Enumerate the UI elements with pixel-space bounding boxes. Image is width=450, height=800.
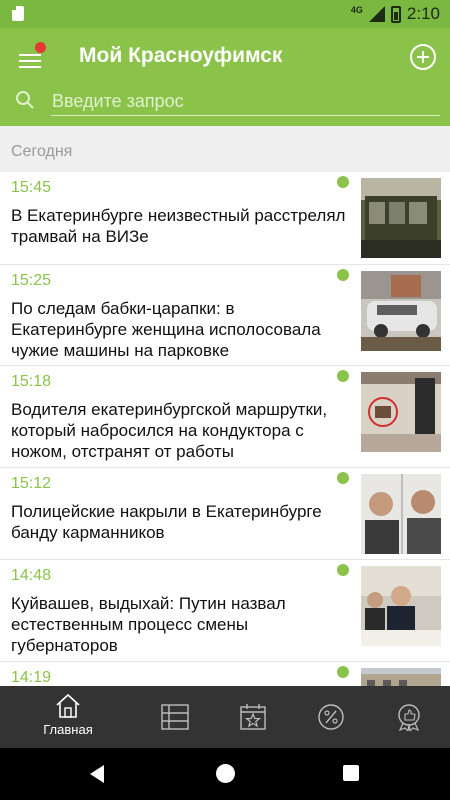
app-header: Мой Красноуфимск — [0, 28, 450, 126]
nav-list[interactable] — [130, 686, 220, 748]
news-item[interactable]: 15:18 Водителя екатеринбургской маршрутк… — [0, 366, 450, 468]
news-title: В Екатеринбурге неизвестный расстрелял т… — [11, 206, 346, 246]
notification-dot — [35, 42, 46, 53]
list-icon — [161, 704, 189, 730]
news-item[interactable]: 14:48 Куйвашев, выдыхай: Путин назвал ес… — [0, 560, 450, 662]
signal-icon — [368, 6, 385, 22]
nav-discounts[interactable] — [286, 686, 376, 748]
news-item[interactable]: 15:12 Полицейские накрыли в Екатеринбург… — [0, 468, 450, 560]
app-title: Мой Красноуфимск — [79, 44, 283, 67]
unread-dot — [337, 472, 349, 484]
sd-card-icon — [12, 6, 24, 21]
news-thumbnail — [361, 271, 441, 351]
recent-apps-icon[interactable] — [343, 765, 359, 781]
news-thumbnail — [361, 668, 441, 686]
section-label: Сегодня — [11, 143, 73, 160]
unread-dot — [337, 176, 349, 188]
news-title: Полицейские накрыли в Екатеринбурге банд… — [11, 502, 322, 542]
search-input[interactable] — [51, 88, 440, 116]
news-title: Водителя екатеринбургской маршрутки, кот… — [11, 400, 328, 461]
nav-home[interactable]: Главная — [23, 686, 113, 748]
news-list[interactable]: 15:45 В Екатеринбурге неизвестный расстр… — [0, 172, 450, 686]
bottom-nav: Главная — [0, 686, 450, 748]
calendar-star-icon — [240, 704, 266, 730]
news-item[interactable]: 14:19 — [0, 662, 450, 686]
unread-dot — [337, 666, 349, 678]
news-time: 14:48 — [11, 567, 52, 584]
news-title: Куйвашев, выдыхай: Путин назвал естестве… — [11, 594, 286, 655]
menu-button[interactable] — [16, 42, 48, 72]
news-title: По следам бабки-царапки: в Екатеринбурге… — [11, 299, 321, 360]
news-time: 15:25 — [11, 272, 52, 289]
battery-icon — [390, 5, 401, 23]
system-nav-bar — [0, 748, 450, 800]
back-icon[interactable] — [90, 765, 104, 783]
nav-home-label: Главная — [43, 722, 93, 737]
news-item[interactable]: 15:25 По следам бабки-царапки: в Екатери… — [0, 265, 450, 366]
news-time: 14:19 — [11, 669, 52, 686]
percent-icon — [318, 704, 344, 730]
news-thumbnail — [361, 474, 441, 554]
thumbs-up-badge-icon — [398, 704, 420, 731]
news-time: 15:45 — [11, 179, 52, 196]
unread-dot — [337, 269, 349, 281]
home-circle-icon[interactable] — [216, 764, 235, 783]
nav-rating[interactable] — [364, 686, 450, 748]
nav-events[interactable] — [208, 686, 298, 748]
home-icon — [56, 693, 80, 718]
news-time: 15:18 — [11, 373, 52, 390]
news-thumbnail — [361, 372, 441, 452]
news-thumbnail — [361, 178, 441, 258]
status-time: 2:10 — [406, 4, 440, 23]
unread-dot — [337, 370, 349, 382]
section-header: Сегодня — [0, 126, 450, 172]
add-button[interactable] — [410, 44, 436, 70]
search-icon — [16, 91, 34, 109]
news-thumbnail — [361, 566, 441, 646]
news-item[interactable]: 15:45 В Екатеринбурге неизвестный расстр… — [0, 172, 450, 265]
news-time: 15:12 — [11, 475, 52, 492]
unread-dot — [337, 564, 349, 576]
status-bar: 4G 2:10 — [0, 0, 450, 28]
network-type: 4G — [350, 5, 363, 15]
